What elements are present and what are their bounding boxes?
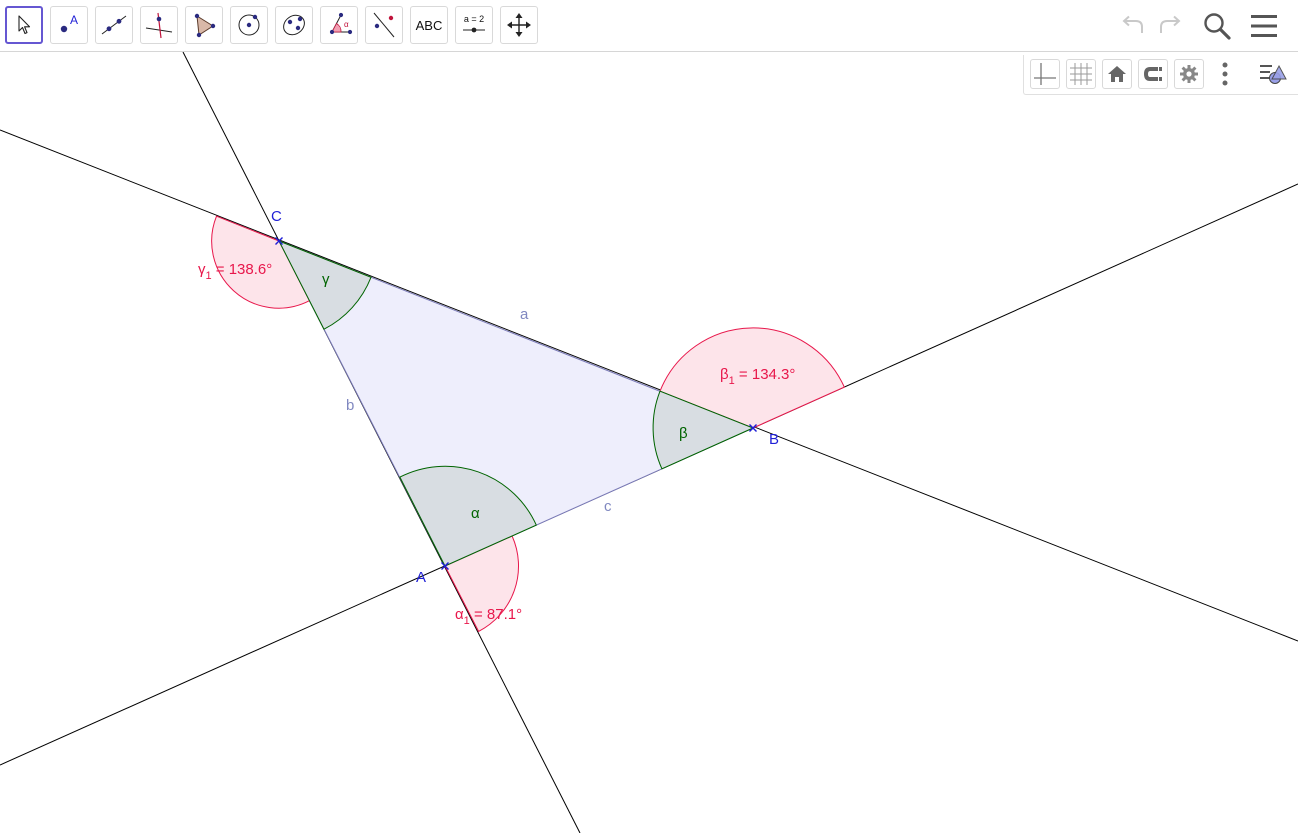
circle-icon (238, 14, 260, 36)
graphics-view-toolbar (1023, 55, 1298, 95)
segment-label-b: b (346, 397, 354, 414)
angle-label-gamma1-value: = 138.6° (212, 261, 273, 278)
style-bar-icon (1260, 64, 1287, 84)
undo-button[interactable] (1115, 8, 1151, 44)
angle-label-alpha: α (471, 505, 480, 522)
tool-point-label: A (70, 13, 78, 27)
angle-label-gamma: γ (322, 271, 330, 288)
toolbar: A α ABC a = 2 (0, 0, 1298, 52)
tool-slider[interactable]: a = 2 (455, 6, 493, 44)
more-options-button[interactable] (1214, 59, 1236, 89)
undo-icon (1122, 15, 1143, 33)
move-arrows-icon (507, 13, 531, 37)
redo-icon (1160, 15, 1181, 33)
angle-label-alpha1-name: α (455, 606, 464, 623)
search-button[interactable] (1199, 8, 1235, 44)
standard-view-button[interactable] (1102, 59, 1132, 89)
tool-move-graphics-view[interactable] (500, 6, 538, 44)
grid-icon (1070, 63, 1092, 85)
angle-label-beta1-value: = 134.3° (735, 366, 796, 383)
segment-label-c: c (604, 498, 612, 515)
point-label-a: A (416, 569, 426, 586)
tool-slider-label: a = 2 (464, 14, 484, 24)
toggle-grid-button[interactable] (1066, 59, 1096, 89)
tool-perpendicular-line[interactable] (140, 6, 178, 44)
segment-label-a: a (520, 306, 529, 323)
tool-move[interactable] (5, 6, 43, 44)
slider-icon: a = 2 (463, 14, 485, 33)
redo-button[interactable] (1152, 8, 1188, 44)
tool-angle-label: α (344, 20, 349, 29)
angle-label-beta: β (679, 425, 688, 442)
arrow-cursor-icon (18, 15, 31, 35)
main-menu-button[interactable] (1246, 8, 1282, 44)
tool-circle[interactable] (230, 6, 268, 44)
ellipse-icon (283, 14, 305, 36)
tool-text-label: ABC (415, 17, 443, 33)
tool-ellipse[interactable] (275, 6, 313, 44)
tool-reflect[interactable] (365, 6, 403, 44)
perpendicular-line-icon (145, 12, 173, 39)
tool-text[interactable]: ABC (410, 6, 448, 44)
search-icon (1204, 13, 1231, 40)
angle-label-alpha1-value: = 87.1° (470, 606, 522, 623)
hamburger-menu-icon (1251, 15, 1277, 37)
polygon-icon (194, 13, 216, 38)
graphics-settings-button[interactable] (1174, 59, 1204, 89)
line-bc[interactable] (0, 129, 1298, 642)
tool-angle[interactable]: α (320, 6, 358, 44)
point-capturing-button[interactable] (1138, 59, 1168, 89)
tool-line[interactable] (95, 6, 133, 44)
tool-polygon[interactable] (185, 6, 223, 44)
angle-icon: α (329, 12, 353, 35)
toggle-axes-button[interactable] (1030, 59, 1060, 89)
graphics-view[interactable]: A B C a b c α β γ α1 = 87.1° β1 = 134.3°… (0, 0, 1298, 833)
axes-icon (1034, 63, 1056, 85)
style-bar-toggle-button[interactable] (1256, 59, 1292, 89)
tool-point[interactable]: A (50, 6, 88, 44)
gear-icon (1180, 65, 1198, 83)
reflect-icon (373, 12, 395, 38)
home-icon (1108, 66, 1126, 82)
magnet-icon (1144, 67, 1162, 81)
kebab-menu-icon (1222, 62, 1228, 86)
point-label-b: B (769, 431, 779, 448)
point-icon: A (60, 13, 78, 33)
line-icon (101, 15, 127, 35)
point-label-c: C (271, 208, 282, 225)
angle-label-beta1-name: β (720, 366, 729, 383)
